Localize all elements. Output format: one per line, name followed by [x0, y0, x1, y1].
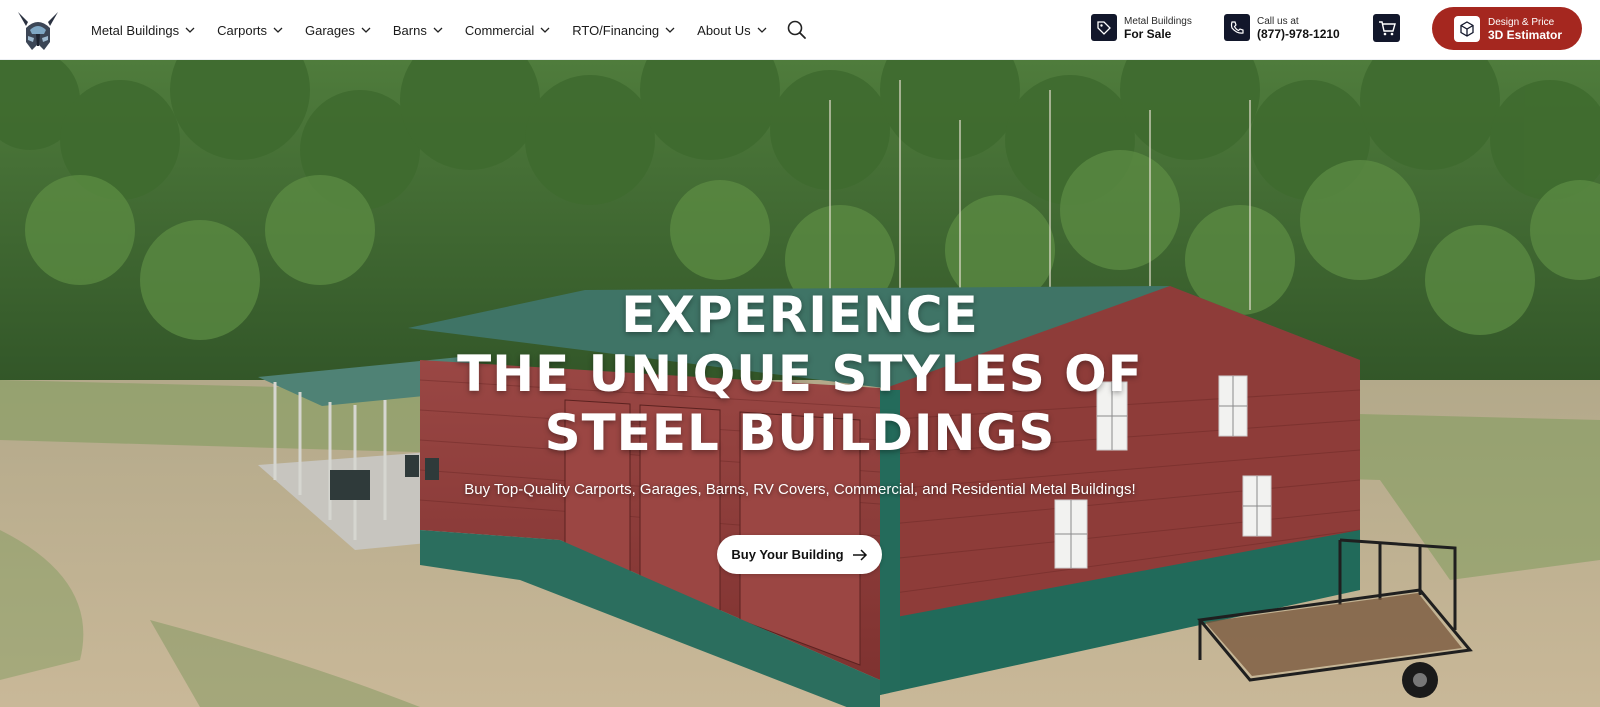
- arrow-right-icon: [852, 548, 867, 561]
- buy-button-label: Buy Your Building: [731, 547, 844, 562]
- main-nav: Metal Buildings Carports Garages Barns C…: [91, 0, 789, 60]
- phone-icon: [1224, 14, 1250, 41]
- nav-label: Metal Buildings: [91, 22, 180, 38]
- call-us-small-text: Call us at: [1257, 15, 1299, 27]
- nav-label: Carports: [217, 22, 268, 38]
- hero-title-line-2: THE UNIQUE STYLES OF: [457, 345, 1143, 403]
- hero-title-line-1: EXPERIENCE: [621, 286, 979, 344]
- chevron-down-icon: [433, 27, 443, 33]
- hero-title-line-3: STEEL BUILDINGS: [544, 404, 1056, 462]
- estimator-small-text: Design & Price: [1488, 16, 1555, 28]
- hero-subtitle: Buy Top-Quality Carports, Garages, Barns…: [464, 481, 1136, 498]
- nav-rto-financing[interactable]: RTO/Financing: [572, 23, 675, 38]
- nav-about-us[interactable]: About Us: [697, 22, 767, 38]
- call-us-link[interactable]: Call us at (877)-978-1210: [1224, 14, 1340, 41]
- phone-number: (877)-978-1210: [1257, 26, 1340, 41]
- hero-title: EXPERIENCE THE UNIQUE STYLES OF STEEL BU…: [0, 286, 1600, 463]
- for-sale-bold-text: For Sale: [1124, 26, 1172, 41]
- nav-metal-buildings[interactable]: Metal Buildings: [91, 23, 195, 38]
- metal-buildings-for-sale-link[interactable]: Metal Buildings For Sale: [1091, 14, 1192, 41]
- nav-carports[interactable]: Carports: [217, 23, 283, 38]
- search-icon[interactable]: [786, 19, 808, 41]
- nav-label: Barns: [392, 22, 427, 38]
- viking-helmet-logo[interactable]: [14, 8, 62, 54]
- nav-label: RTO/Financing: [572, 22, 660, 38]
- chevron-down-icon: [665, 27, 675, 33]
- for-sale-small-text: Metal Buildings: [1124, 15, 1192, 27]
- chevron-down-icon: [361, 27, 371, 33]
- nav-label: Garages: [305, 22, 355, 38]
- cube-icon: [1454, 15, 1480, 42]
- design-price-3d-estimator-button[interactable]: Design & Price 3D Estimator: [1432, 7, 1582, 50]
- hero-banner: EXPERIENCE THE UNIQUE STYLES OF STEEL BU…: [0, 60, 1600, 707]
- chevron-down-icon: [185, 27, 195, 33]
- estimator-bold-text: 3D Estimator: [1488, 27, 1563, 42]
- nav-barns[interactable]: Barns: [393, 23, 443, 38]
- nav-garages[interactable]: Garages: [305, 23, 371, 38]
- chevron-down-icon: [757, 27, 767, 33]
- nav-label: About Us: [697, 22, 751, 38]
- buy-your-building-button[interactable]: Buy Your Building: [717, 535, 882, 574]
- nav-label: Commercial: [464, 22, 535, 38]
- site-header: Metal Buildings Carports Garages Barns C…: [0, 0, 1600, 60]
- nav-commercial[interactable]: Commercial: [465, 23, 550, 38]
- chevron-down-icon: [273, 27, 283, 33]
- cart-icon[interactable]: [1373, 14, 1400, 42]
- chevron-down-icon: [540, 27, 550, 33]
- price-tag-icon: [1091, 14, 1117, 41]
